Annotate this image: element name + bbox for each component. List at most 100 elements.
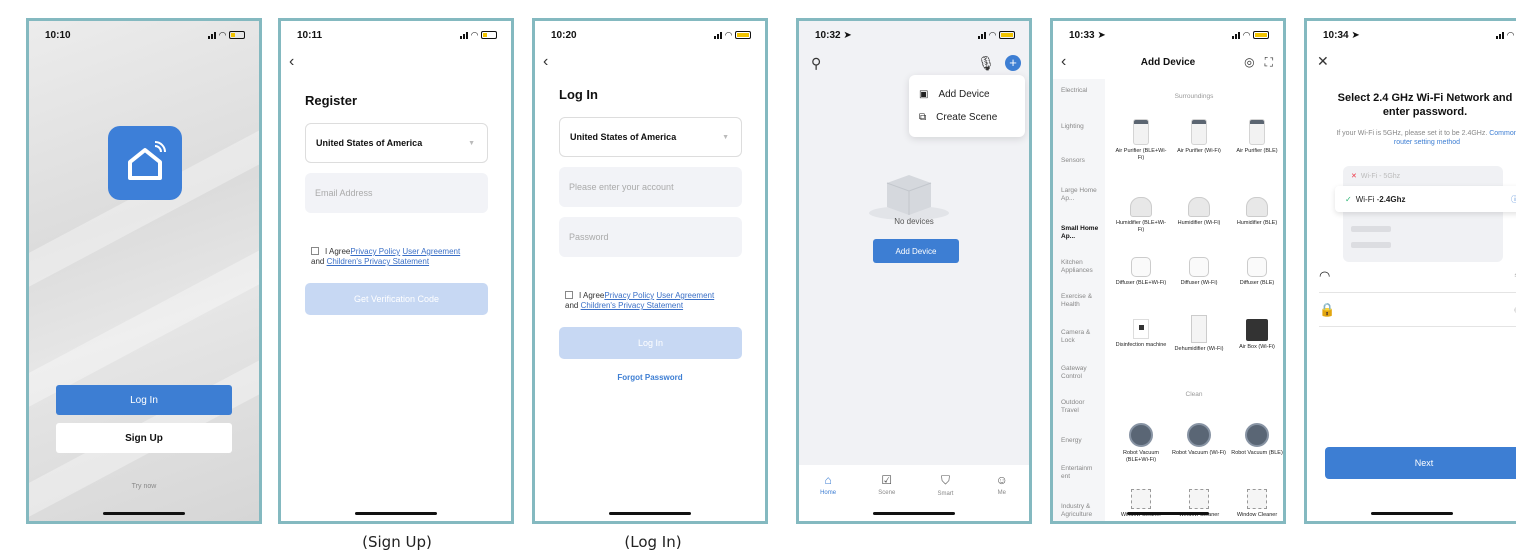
signal-icon: [714, 31, 723, 39]
profile-icon[interactable]: ⚲: [811, 55, 821, 72]
add-device-button[interactable]: Add Device: [873, 239, 959, 263]
category-item[interactable]: Outdoor Travel: [1061, 399, 1103, 415]
forgot-password-link[interactable]: Forgot Password: [535, 373, 765, 382]
category-item[interactable]: Camera & Lock: [1061, 329, 1103, 345]
country-select[interactable]: United States of America ▼: [305, 123, 488, 163]
agree-checkbox[interactable]: [311, 247, 319, 255]
device-tile[interactable]: Humidifier (Wi-Fi): [1171, 197, 1227, 227]
add-device-icon: ▣: [919, 89, 929, 100]
splash-screen: 10:10 ◠ Log In Sign Up Try now: [26, 18, 262, 524]
status-icons: ◠: [978, 30, 1015, 41]
device-tile[interactable]: Diffuser (Wi-Fi): [1171, 257, 1227, 287]
chevron-down-icon: ▼: [722, 133, 729, 141]
try-now-link[interactable]: Try now: [29, 483, 259, 490]
menu-item-add-device[interactable]: ▣ Add Device: [919, 83, 1015, 106]
country-value: United States of America: [570, 132, 677, 142]
privacy-policy-link[interactable]: Privacy Policy: [604, 291, 654, 300]
category-item[interactable]: Energy: [1061, 437, 1103, 445]
childrens-privacy-link[interactable]: Children's Privacy Statement: [327, 257, 429, 266]
wifi-icon: ◠: [1507, 29, 1514, 40]
login-submit-button[interactable]: Log In: [559, 327, 742, 359]
device-tile[interactable]: Air Purifier (BLE+Wi-Fi): [1113, 119, 1169, 162]
signup-button[interactable]: Sign Up: [56, 423, 232, 453]
device-tile[interactable]: Robot Vacuum (Wi-Fi): [1171, 423, 1227, 457]
wifi-hint: If your Wi-Fi is 5GHz, please set it to …: [1336, 130, 1516, 146]
device-tile[interactable]: Humidifier (BLE): [1229, 197, 1283, 227]
category-item[interactable]: Lighting: [1061, 123, 1103, 131]
wifi-icon: ◠: [1243, 29, 1250, 40]
wifi-name-input[interactable]: ◠⇋: [1319, 259, 1516, 293]
wifi-icon: ◠: [989, 29, 996, 40]
agree-checkbox[interactable]: [565, 291, 573, 299]
category-item[interactable]: Kitchen Appliances: [1061, 259, 1103, 275]
scene-icon: ☑: [881, 473, 893, 487]
status-time: 10:10: [45, 29, 71, 41]
wifi-password-input[interactable]: 🔒◉: [1319, 293, 1516, 327]
diffuser-icon: [1247, 257, 1267, 277]
category-item[interactable]: Exercise & Health: [1061, 293, 1103, 309]
next-button[interactable]: Next: [1325, 447, 1516, 479]
get-verification-code-button[interactable]: Get Verification Code: [305, 283, 488, 315]
air-purifier-icon: [1191, 119, 1207, 145]
tab-me[interactable]: ☺ Me: [996, 473, 1008, 521]
login-screen: 10:20 ◠ ‹ Log In United States of Americ…: [532, 18, 768, 524]
device-tile[interactable]: Air Purifier (BLE): [1229, 119, 1283, 155]
password-input[interactable]: Password: [559, 217, 742, 257]
user-agreement-link[interactable]: User Agreement: [656, 291, 714, 300]
device-tile[interactable]: Humidifier (BLE+Wi-Fi): [1113, 197, 1169, 234]
wifi-icon: ◠: [725, 29, 732, 40]
window-cleaner-icon: [1247, 489, 1267, 509]
add-device-screen: 10:33 ➤ ◠ ‹ Add Device ◎ ⛶ Electrical Lig…: [1050, 18, 1286, 524]
air-purifier-icon: [1133, 119, 1149, 145]
privacy-policy-link[interactable]: Privacy Policy: [350, 247, 400, 256]
menu-item-create-scene[interactable]: ⧉ Create Scene: [919, 106, 1015, 129]
user-agreement-link[interactable]: User Agreement: [402, 247, 460, 256]
device-tile[interactable]: Air Purifier (Wi-Fi): [1171, 119, 1227, 155]
air-box-icon: [1246, 319, 1268, 341]
category-item[interactable]: Large Home Ap...: [1061, 187, 1103, 203]
status-time: 10:11: [297, 29, 323, 41]
robot-vacuum-icon: [1245, 423, 1269, 447]
location-arrow-icon: ➤: [1097, 29, 1106, 41]
device-tile[interactable]: Window Cleaner: [1229, 489, 1283, 519]
device-tile[interactable]: Robot Vacuum (BLE+Wi-Fi): [1113, 423, 1169, 464]
qr-scan-icon[interactable]: ⛶: [1265, 55, 1273, 70]
device-tile[interactable]: Diffuser (BLE+Wi-Fi): [1113, 257, 1169, 287]
microphone-icon[interactable]: 🎙: [977, 55, 995, 72]
status-time: 10:34 ➤: [1323, 29, 1360, 41]
auto-scan-icon[interactable]: ◎: [1244, 55, 1254, 70]
wifi-5ghz-row: ✕ Wi-Fi - 5Ghz: [1351, 173, 1401, 180]
category-item[interactable]: Entertainm ent: [1061, 465, 1103, 481]
tab-home[interactable]: ⌂ Home: [820, 473, 836, 521]
device-tile[interactable]: Air Box (Wi-Fi): [1229, 319, 1283, 351]
wifi-illustration: ✕Wi-Fi - 5Ghz ✓Wi-Fi - 2.4Ghzⓘ: [1335, 166, 1516, 262]
email-field[interactable]: Email Address: [305, 173, 488, 213]
device-tile[interactable]: Diffuser (BLE): [1229, 257, 1283, 287]
back-chevron-icon[interactable]: ‹: [543, 53, 548, 71]
country-select[interactable]: United States of America ▼: [559, 117, 742, 157]
category-item[interactable]: Electrical: [1061, 87, 1103, 95]
device-tile[interactable]: Dehumidifier (Wi-Fi): [1171, 315, 1227, 353]
category-item-active[interactable]: Small Home Ap...: [1061, 225, 1103, 241]
login-button[interactable]: Log In: [56, 385, 232, 415]
category-item[interactable]: Industry & Agriculture: [1061, 503, 1103, 519]
page-title: Register: [305, 93, 358, 108]
status-icons: ◠: [208, 30, 245, 41]
device-tile[interactable]: Disinfection machine: [1113, 319, 1169, 349]
account-input[interactable]: Please enter your account: [559, 167, 742, 207]
plus-icon[interactable]: +: [1005, 55, 1021, 71]
disinfection-machine-icon: [1133, 319, 1149, 339]
device-tile[interactable]: Robot Vacuum (BLE): [1229, 423, 1283, 457]
wifi-icon: ◠: [219, 29, 226, 40]
home-indicator: [873, 512, 955, 515]
category-item[interactable]: Gateway Control: [1061, 365, 1103, 381]
placeholder-bar: [1351, 226, 1391, 232]
home-screen: 10:32 ➤ ◠ ⚲ 🎙 + ▣ Add Device ⧉ Create Scen…: [796, 18, 1032, 524]
childrens-privacy-link[interactable]: Children's Privacy Statement: [581, 301, 683, 310]
category-item[interactable]: Sensors: [1061, 157, 1103, 165]
close-icon[interactable]: ✕: [1317, 53, 1329, 70]
section-header: Clean: [1185, 391, 1203, 398]
section-header: Surroundings: [1174, 93, 1214, 100]
back-chevron-icon[interactable]: ‹: [289, 53, 294, 71]
signal-icon: [1496, 31, 1505, 39]
